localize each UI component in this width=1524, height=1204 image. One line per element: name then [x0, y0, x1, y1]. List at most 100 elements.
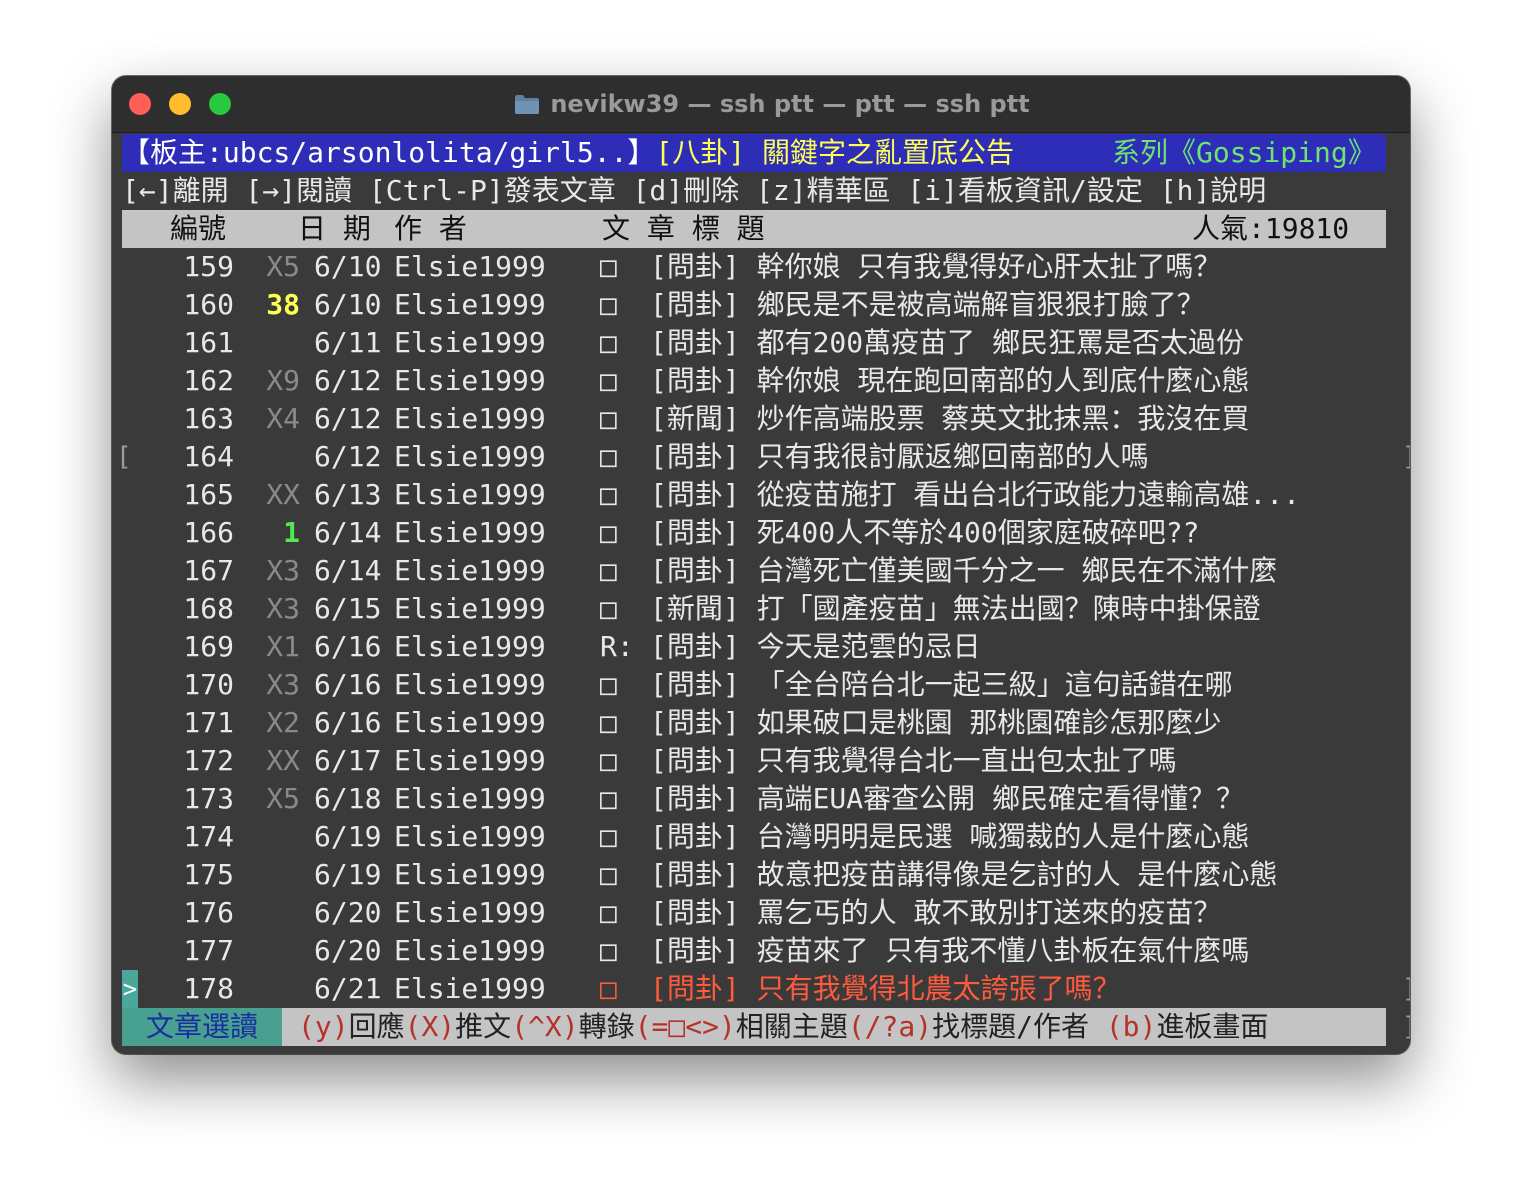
post-row[interactable]: 177 6/20 Elsie1999 □ [問卦] 疫苗來了 只有我不懂八卦板在氣什麼嗎: [122, 932, 1386, 970]
post-row[interactable]: 171 X2 6/16 Elsie1999 □ [問卦] 如果破口是桃園 那桃園確診怎那麼…: [122, 704, 1386, 742]
post-date: 6/16: [314, 630, 382, 663]
post-date: 6/20: [314, 934, 382, 967]
post-row[interactable]: 160 38 6/10 Elsie1999 □ [問卦] 鄉民是不是被高端解盲狠狠打臉了？: [122, 286, 1386, 324]
footer-key: (X): [404, 1010, 456, 1043]
post-mark: □: [600, 592, 617, 625]
popularity: 人氣:19810: [1192, 212, 1350, 245]
post-title: [新聞] 打「國產疫苗」無法出國？陳時中掛保證: [650, 592, 1261, 625]
footer-key: (/?a): [847, 1010, 933, 1043]
post-mark: □: [600, 934, 617, 967]
footer-key: (=□<>): [634, 1010, 736, 1043]
footer-key-label: 進板畫面: [1156, 1010, 1269, 1043]
post-number: 166: [183, 516, 234, 549]
post-row[interactable]: 163 X4 6/12 Elsie1999 □ [新聞] 炒作高端股票 蔡英文批抹黑：我沒…: [122, 400, 1386, 438]
post-row[interactable]: >178 6/21 Elsie1999 □ [問卦] 只有我覺得北農太誇張了嗎？: [122, 970, 1386, 1008]
post-date: 6/14: [314, 516, 382, 549]
post-row[interactable]: 165 XX 6/13 Elsie1999 □ [問卦] 從疫苗施打 看出台北行政能力遠輸…: [122, 476, 1386, 514]
post-number: 162: [183, 364, 234, 397]
recommend-count: XX: [266, 744, 300, 777]
post-row[interactable]: 164 6/12 Elsie1999 □ [問卦] 只有我很討厭返鄉回南部的人嗎: [122, 438, 1386, 476]
post-row[interactable]: 166 1 6/14 Elsie1999 □ [問卦] 死400人不等於400個家庭破碎吧…: [122, 514, 1386, 552]
post-title: [問卦] 高端EUA審查公開 鄉民確定看得懂？？: [650, 782, 1245, 815]
post-row[interactable]: 159 X5 6/10 Elsie1999 □ [問卦] 幹你娘 只有我覺得好心肝太扯了嗎…: [122, 248, 1386, 286]
post-row[interactable]: 172 XX 6/17 Elsie1999 □ [問卦] 只有我覺得台北一直出包太扯了嗎: [122, 742, 1386, 780]
col-author: 作 者: [394, 212, 467, 245]
post-number: 163: [183, 402, 234, 435]
col-number: 編號: [170, 212, 227, 245]
post-title: [問卦] 鄉民是不是被高端解盲狠狠打臉了？: [650, 288, 1205, 321]
board-title: [八卦] 關鍵字之亂置底公告: [655, 136, 1015, 169]
footer-keys: (y)回應(X)推文(^X)轉錄(=□<>)相關主題(/?a)找標題/作者 (b…: [298, 1008, 1268, 1046]
footer-key-label: 推文: [455, 1010, 512, 1043]
post-title: [問卦] 從疫苗施打 看出台北行政能力遠輸高雄...: [650, 478, 1301, 511]
post-mark: □: [600, 896, 617, 929]
recommend-count: X2: [266, 706, 300, 739]
post-title: [問卦] 疫苗來了 只有我不懂八卦板在氣什麼嗎: [650, 934, 1250, 967]
post-number: 178: [183, 972, 234, 1005]
post-author: Elsie1999: [394, 782, 546, 815]
post-number: 170: [183, 668, 234, 701]
post-row[interactable]: 168 X3 6/15 Elsie1999 □ [新聞] 打「國產疫苗」無法出國？陳時中掛…: [122, 590, 1386, 628]
post-number: 172: [183, 744, 234, 777]
post-title: [問卦] 都有200萬疫苗了 鄉民狂罵是否太過份: [650, 326, 1245, 359]
post-title: [問卦] 只有我覺得台北一直出包太扯了嗎: [650, 744, 1177, 777]
right-bracket: ]: [1402, 438, 1410, 476]
status-footer: 文章選讀 (y)回應(X)推文(^X)轉錄(=□<>)相關主題(/?a)找標題/…: [122, 1008, 1386, 1046]
post-date: 6/15: [314, 592, 382, 625]
post-number: 177: [183, 934, 234, 967]
zoom-button[interactable]: [209, 93, 231, 115]
post-mark: □: [600, 820, 617, 853]
footer-key-label: 回應: [348, 1010, 405, 1043]
post-author: Elsie1999: [394, 934, 546, 967]
post-row[interactable]: 175 6/19 Elsie1999 □ [問卦] 故意把疫苗講得像是乞討的人 是什麼心…: [122, 856, 1386, 894]
post-date: 6/10: [314, 288, 382, 321]
post-row[interactable]: 176 6/20 Elsie1999 □ [問卦] 罵乞丐的人 敢不敢別打送來的疫苗？: [122, 894, 1386, 932]
post-title: [問卦] 台灣死亡僅美國千分之一 鄉民在不滿什麼: [650, 554, 1278, 587]
post-date: 6/19: [314, 858, 382, 891]
minimize-button[interactable]: [169, 93, 191, 115]
col-date: 日 期: [298, 212, 371, 245]
post-number: 167: [183, 554, 234, 587]
post-number: 173: [183, 782, 234, 815]
window-title-group: nevikw39 — ssh ptt — ptt — ssh ptt: [512, 89, 1032, 119]
post-title: [問卦] 幹你娘 只有我覺得好心肝太扯了嗎？: [650, 250, 1222, 283]
board-header: 【板主:ubcs/arsonlolita/girl5..】[八卦] 關鍵字之亂置…: [122, 134, 1386, 172]
post-row[interactable]: 170 X3 6/16 Elsie1999 □ [問卦] 「全台陪台北一起三級」這句話錯在…: [122, 666, 1386, 704]
right-bracket: ]: [1402, 970, 1410, 1008]
post-row[interactable]: 174 6/19 Elsie1999 □ [問卦] 台灣明明是民選 喊獨裁的人是什麼心態: [122, 818, 1386, 856]
recommend-count: X3: [266, 668, 300, 701]
post-number: 175: [183, 858, 234, 891]
post-number: 169: [183, 630, 234, 663]
post-mark: □: [600, 744, 617, 777]
board-moderators: 【板主:ubcs/arsonlolita/girl5..】: [122, 136, 656, 169]
post-row[interactable]: 167 X3 6/14 Elsie1999 □ [問卦] 台灣死亡僅美國千分之一 鄉民在不…: [122, 552, 1386, 590]
post-mark: □: [600, 668, 617, 701]
post-mark: □: [600, 250, 617, 283]
post-mark: R:: [600, 630, 634, 663]
post-number: 164: [183, 440, 234, 473]
post-title: [問卦] 今天是范雲的忌日: [650, 630, 981, 663]
folder-icon: [515, 95, 540, 114]
post-row[interactable]: 161 6/11 Elsie1999 □ [問卦] 都有200萬疫苗了 鄉民狂罵是否太過…: [122, 324, 1386, 362]
post-author: Elsie1999: [394, 592, 546, 625]
post-number: 168: [183, 592, 234, 625]
post-title: [問卦] 罵乞丐的人 敢不敢別打送來的疫苗？: [650, 896, 1222, 929]
post-title: [問卦] 幹你娘 現在跑回南部的人到底什麼心態: [650, 364, 1250, 397]
close-button[interactable]: [129, 93, 151, 115]
post-row[interactable]: 169 X1 6/16 Elsie1999 R: [問卦] 今天是范雲的忌日: [122, 628, 1386, 666]
window-title: nevikw39 — ssh ptt — ptt — ssh ptt: [550, 90, 1030, 118]
footer-key-label: 找標題/作者: [932, 1010, 1106, 1043]
terminal-screen[interactable]: 【板主:ubcs/arsonlolita/girl5..】[八卦] 關鍵字之亂置…: [116, 134, 1410, 1050]
post-date: 6/13: [314, 478, 382, 511]
post-date: 6/19: [314, 820, 382, 853]
post-date: 6/12: [314, 364, 382, 397]
post-row[interactable]: 173 X5 6/18 Elsie1999 □ [問卦] 高端EUA審查公開 鄉民確定看得…: [122, 780, 1386, 818]
post-mark: □: [600, 782, 617, 815]
recommend-count: X4: [266, 402, 300, 435]
post-author: Elsie1999: [394, 516, 546, 549]
recommend-count: X9: [266, 364, 300, 397]
mode-indicator: 文章選讀: [122, 1008, 282, 1046]
post-row[interactable]: 162 X9 6/12 Elsie1999 □ [問卦] 幹你娘 現在跑回南部的人到底什麼…: [122, 362, 1386, 400]
post-mark: □: [600, 858, 617, 891]
post-number: 161: [183, 326, 234, 359]
